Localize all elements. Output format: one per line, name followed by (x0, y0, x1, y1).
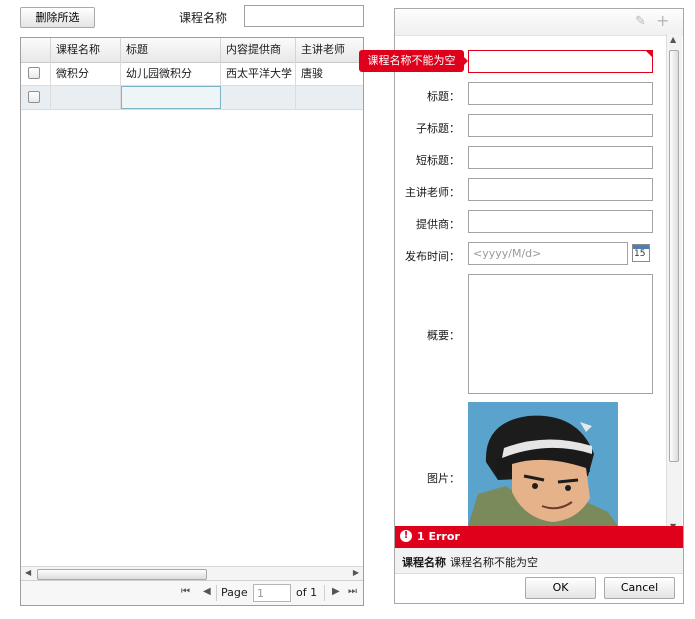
publish-time-field[interactable]: <yyyy/M/d> (468, 242, 628, 265)
error-icon: ! (400, 530, 412, 542)
error-corner-icon (646, 51, 652, 57)
scrollbar-thumb[interactable] (669, 50, 679, 462)
pencil-icon[interactable]: ✎ (635, 14, 646, 29)
teacher-field[interactable] (468, 178, 653, 201)
select-all-header[interactable] (21, 38, 51, 62)
error-tooltip-arrow (463, 56, 468, 66)
table-row[interactable]: 微积分 幼儿园微积分 西太平洋大学 唐骏 (21, 62, 363, 86)
error-field-name: 课程名称 (402, 556, 446, 569)
table-cell[interactable] (221, 86, 296, 109)
column-header[interactable]: 课程名称 (51, 38, 121, 62)
calendar-icon[interactable]: 15 (632, 244, 650, 262)
grid-header: 课程名称 标题 内容提供商 主讲老师 (21, 38, 363, 63)
row-select-cell (21, 62, 51, 85)
short-title-label: 短标题： (416, 154, 460, 167)
course-name-field[interactable] (468, 50, 653, 73)
delete-selected-button[interactable]: 删除所选 (20, 7, 95, 28)
course-grid: 课程名称 标题 内容提供商 主讲老师 微积分 幼儿园微积分 西太平洋大学 唐骏 … (20, 37, 364, 606)
publish-time-placeholder: <yyyy/M/d> (473, 247, 542, 260)
subtitle-label: 子标题： (416, 122, 460, 135)
first-page-icon[interactable]: ⏮ (181, 586, 190, 597)
summary-label: 概要： (427, 329, 460, 342)
course-name-search-input[interactable] (244, 5, 364, 27)
table-cell[interactable]: 唐骏 (296, 62, 363, 85)
scroll-right-icon[interactable]: ▶ (353, 568, 359, 577)
vertical-scrollbar[interactable]: ▲ ▼ (666, 34, 682, 532)
ok-button[interactable]: OK (525, 577, 596, 599)
panel-header: ✎ + (395, 9, 683, 36)
column-header[interactable]: 标题 (121, 38, 221, 62)
table-row[interactable] (21, 86, 363, 110)
image-label: 图片： (427, 472, 460, 485)
column-header[interactable]: 主讲老师 (296, 38, 363, 62)
table-cell[interactable] (296, 86, 363, 109)
error-bar: ! 1 Error (395, 526, 683, 548)
cancel-button[interactable]: Cancel (604, 577, 675, 599)
page-label: Page (221, 586, 248, 599)
column-header[interactable]: 内容提供商 (221, 38, 296, 62)
table-cell[interactable]: 微积分 (51, 62, 121, 85)
row-select-cell (21, 86, 51, 109)
pager: ⏮ ◀ Page of 1 ▶ ⏭ (21, 580, 363, 605)
page-count-label: of 1 (296, 586, 318, 599)
pager-divider (216, 585, 217, 601)
calendar-day: 15 (634, 249, 646, 259)
portrait-image (468, 402, 618, 526)
page-number-input[interactable] (253, 584, 291, 602)
prev-page-icon[interactable]: ◀ (203, 586, 211, 597)
error-count: 1 Error (417, 530, 460, 543)
scroll-up-icon[interactable]: ▲ (670, 35, 676, 44)
scroll-left-icon[interactable]: ◀ (25, 568, 31, 577)
provider-field[interactable] (468, 210, 653, 233)
error-message: 课程名称不能为空 (450, 556, 538, 569)
table-cell-editing[interactable] (121, 86, 221, 109)
error-tooltip: 课程名称不能为空 (359, 50, 464, 72)
summary-textarea[interactable] (468, 274, 653, 394)
publish-time-label: 发布时间： (405, 250, 460, 263)
table-cell[interactable] (51, 86, 121, 109)
course-image (468, 402, 618, 526)
subtitle-field[interactable] (468, 114, 653, 137)
scrollbar-thumb[interactable] (37, 569, 207, 580)
provider-label: 提供商： (416, 218, 460, 231)
row-checkbox[interactable] (28, 91, 40, 103)
course-name-label: 课程名称 (179, 11, 228, 25)
row-checkbox[interactable] (28, 67, 40, 79)
title-label: 标题： (427, 90, 460, 103)
plus-icon[interactable]: + (656, 11, 669, 30)
short-title-field[interactable] (468, 146, 653, 169)
error-detail: 课程名称 课程名称不能为空 (395, 548, 683, 574)
horizontal-scrollbar[interactable]: ◀ ▶ (21, 566, 363, 581)
table-cell[interactable]: 西太平洋大学 (221, 62, 296, 85)
pager-divider (324, 585, 325, 601)
edit-form-panel: ✎ + 标题： 子标题： 短标题： 主讲老师： 提供商： 发布时间： <yyyy… (394, 8, 684, 604)
table-cell[interactable]: 幼儿园微积分 (121, 62, 221, 85)
teacher-label: 主讲老师： (405, 186, 460, 199)
last-page-icon[interactable]: ⏭ (348, 586, 357, 597)
next-page-icon[interactable]: ▶ (332, 586, 340, 597)
title-field[interactable] (468, 82, 653, 105)
